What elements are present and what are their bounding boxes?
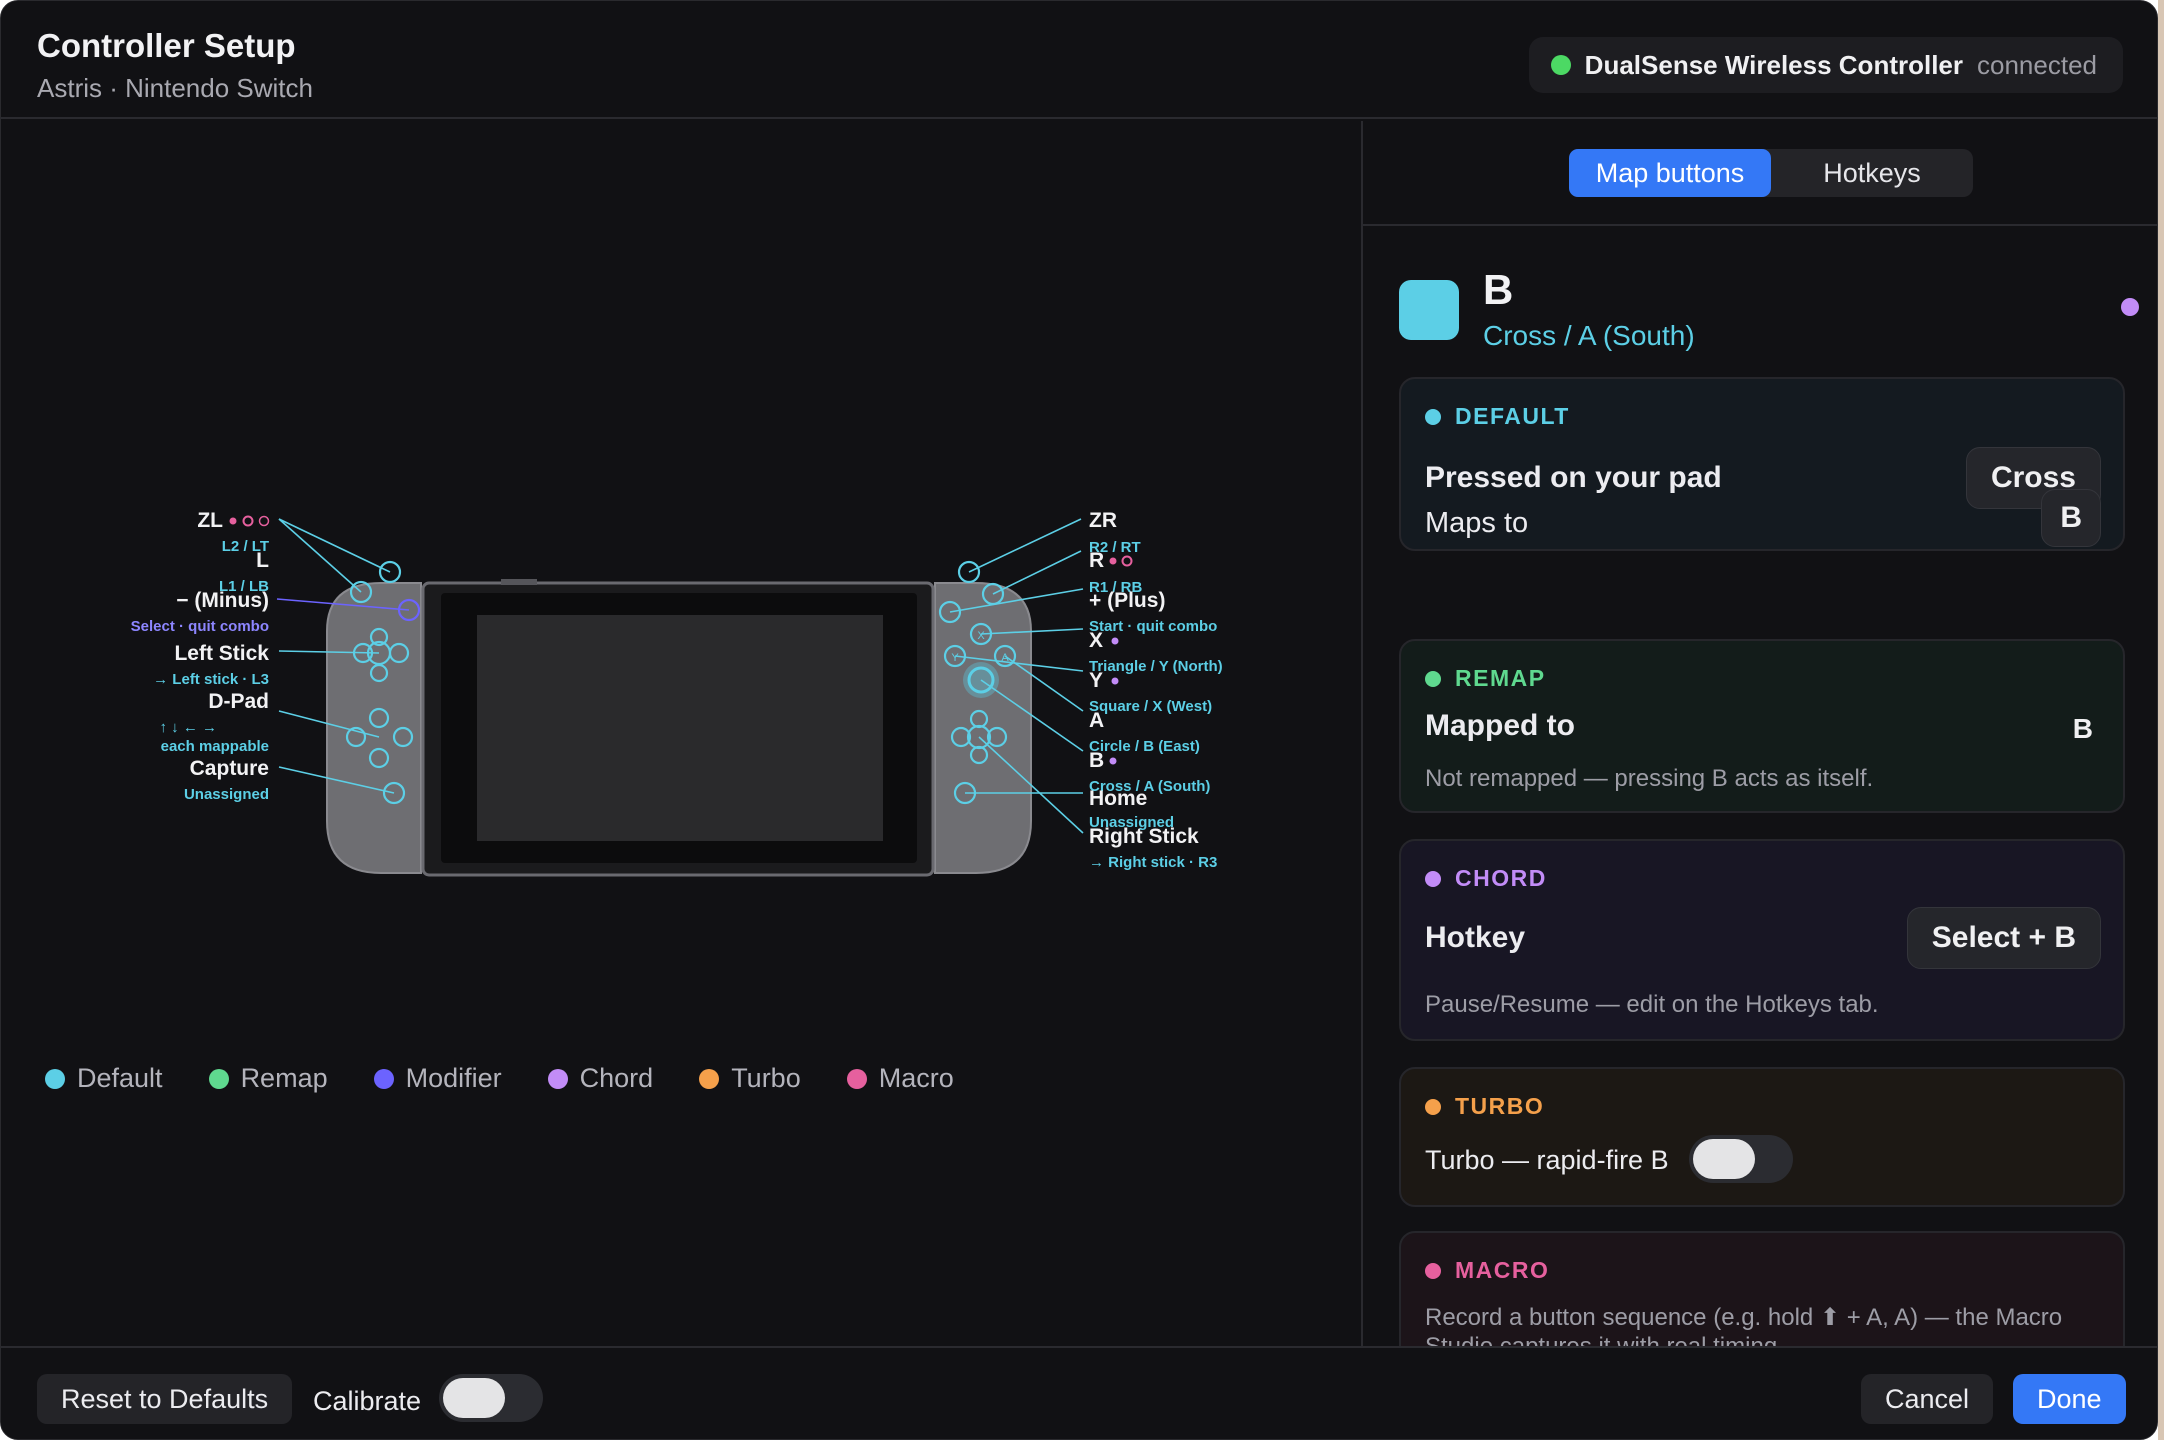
- legend-modifier: Modifier: [373, 1063, 502, 1094]
- macro-title: MACRO: [1455, 1257, 1550, 1283]
- turbo-card: TURBO Turbo — rapid-fire B: [1399, 1067, 2125, 1207]
- chord-note: Pause/Resume — edit on the Hotkeys tab.: [1425, 991, 1879, 1018]
- svg-text:X: X: [977, 630, 985, 642]
- chord-indicator-dot: [2121, 298, 2139, 316]
- label-dpad: D-Pad: [208, 690, 269, 713]
- hotkey-keycap[interactable]: Select + B: [1906, 907, 2101, 969]
- turbo-dot: [1425, 1098, 1441, 1115]
- label-left-stick-sub: → Left stick · L3: [153, 671, 269, 688]
- label-a-sub: Circle / B (East): [1089, 738, 1200, 755]
- legend-macro: Macro: [846, 1063, 954, 1094]
- remap-dot: [1425, 670, 1441, 687]
- turbo-label: Turbo — rapid-fire B: [1425, 1145, 1669, 1175]
- tab-hotkeys[interactable]: Hotkeys: [1771, 149, 1973, 197]
- label-y-sub: Square / X (West): [1089, 698, 1212, 715]
- label-zr: ZR: [1089, 509, 1117, 532]
- maps-to-keycap[interactable]: B: [2041, 489, 2101, 547]
- turbo-toggle[interactable]: [1689, 1135, 1793, 1188]
- device-status: connected: [1977, 49, 2097, 80]
- label-plus: + (Plus): [1089, 589, 1165, 612]
- remap-title: REMAP: [1455, 665, 1546, 691]
- cancel-button[interactable]: Cancel: [1861, 1374, 1994, 1424]
- label-l: L: [256, 549, 269, 572]
- device-name: DualSense Wireless Controller: [1584, 49, 1964, 80]
- default-card: DEFAULT Pressed on your pad Cross Maps t…: [1399, 377, 2125, 551]
- legend-dot: [373, 1068, 394, 1089]
- default-dot: [1425, 408, 1441, 425]
- tab-bar: Map buttons Hotkeys: [1363, 121, 2157, 226]
- legend-chord: Chord: [547, 1063, 653, 1094]
- label-capture: Capture: [190, 757, 269, 780]
- tab-map-buttons[interactable]: Map buttons: [1569, 149, 1771, 197]
- label-dpad-sub: each mappable: [161, 738, 269, 755]
- diagram-pane: X Y A ZL L2 / LT L L1 / LB − (Minus) Sel…: [1, 121, 1359, 1346]
- maps-to-label: Maps to: [1425, 507, 1529, 539]
- label-minus-sub: Select · quit combo: [131, 618, 269, 635]
- window-subtitle: Astris · Nintendo Switch: [37, 73, 313, 103]
- label-y: Y: [1089, 669, 1103, 692]
- selected-button-alias: Cross / A (South): [1483, 320, 1695, 351]
- macro-note-2: Studio captures it with real timing: [1425, 1333, 1777, 1346]
- macro-dot: [1425, 1262, 1441, 1279]
- legend-default: Default: [45, 1063, 163, 1094]
- selected-button-header: B Cross / A (South): [1399, 266, 2139, 366]
- reset-to-defaults-button[interactable]: Reset to Defaults: [37, 1374, 293, 1424]
- controller-diagram: X Y A ZL L2 / LT L L1 / LB − (Minus) Sel…: [1, 121, 1359, 941]
- legend-turbo: Turbo: [699, 1063, 801, 1094]
- inspector-pane: Map buttons Hotkeys B Cross / A (South) …: [1361, 121, 2157, 1346]
- svg-text:Y: Y: [951, 652, 959, 664]
- mapped-to-label: Mapped to: [1425, 709, 1575, 742]
- label-dpad-arrows: ↑ ↓ ← →: [159, 719, 217, 736]
- macro-note: Record a button sequence (e.g. hold ⬆ + …: [1425, 1304, 2063, 1331]
- legend-dot: [45, 1068, 65, 1089]
- label-capture-sub: Unassigned: [184, 786, 269, 803]
- calibrate-label: Calibrate: [313, 1386, 422, 1416]
- footer-bar: Reset to Defaults Calibrate Cancel Done: [1, 1346, 2157, 1439]
- default-title: DEFAULT: [1455, 403, 1570, 429]
- label-plus-sub: Start · quit combo: [1089, 618, 1217, 635]
- remap-note: Not remapped — pressing B acts as itself…: [1425, 765, 1874, 792]
- remap-card[interactable]: REMAP Mapped to B Not remapped — pressin…: [1399, 639, 2125, 813]
- window-title: Controller Setup: [37, 27, 296, 64]
- mapped-to-value[interactable]: B: [2073, 713, 2093, 745]
- connected-indicator: [1550, 55, 1571, 75]
- label-a: A: [1089, 709, 1104, 732]
- device-status-pill: DualSense Wireless Controller connected: [1528, 37, 2123, 93]
- label-right-stick-sub: → Right stick · R3: [1089, 854, 1217, 871]
- segmented-control: Map buttons Hotkeys: [1569, 149, 1973, 197]
- chord-dot: [1425, 870, 1441, 887]
- switch-console-illustration: [326, 579, 1032, 877]
- macro-card[interactable]: MACRO Record a button sequence (e.g. hol…: [1399, 1231, 2125, 1346]
- legend-remap: Remap: [208, 1063, 328, 1094]
- pressed-label: Pressed on your pad: [1425, 461, 1722, 494]
- label-left-stick: Left Stick: [174, 642, 269, 665]
- label-minus: − (Minus): [176, 589, 269, 612]
- label-right-stick: Right Stick: [1089, 825, 1199, 848]
- button-color-swatch: [1399, 280, 1459, 340]
- label-x-sub: Triangle / Y (North): [1089, 658, 1223, 675]
- legend-dot: [846, 1068, 867, 1089]
- label-r: R: [1089, 549, 1104, 572]
- desktop-background: [2158, 0, 2164, 1440]
- label-zl: ZL: [197, 509, 223, 532]
- legend-dot: [208, 1068, 229, 1089]
- chord-title: CHORD: [1455, 865, 1547, 891]
- calibrate-toggle[interactable]: [439, 1374, 543, 1427]
- mapping-legend: Default Remap Modifier Chord Turbo Macro: [45, 1063, 954, 1094]
- legend-dot: [547, 1068, 568, 1089]
- turbo-title: TURBO: [1455, 1093, 1545, 1119]
- legend-dot: [699, 1068, 720, 1089]
- chord-card: CHORD Hotkey Select + B Pause/Resume — e…: [1399, 839, 2125, 1041]
- label-x: X: [1089, 629, 1103, 652]
- done-button[interactable]: Done: [2013, 1374, 2126, 1424]
- hotkey-label: Hotkey: [1425, 921, 1526, 954]
- header: Controller Setup Astris · Nintendo Switc…: [1, 1, 2157, 119]
- controller-setup-window: Controller Setup Astris · Nintendo Switc…: [0, 0, 2158, 1440]
- selected-button-name: B: [1483, 266, 1514, 313]
- label-b: B: [1089, 749, 1104, 772]
- label-home: Home: [1089, 787, 1147, 810]
